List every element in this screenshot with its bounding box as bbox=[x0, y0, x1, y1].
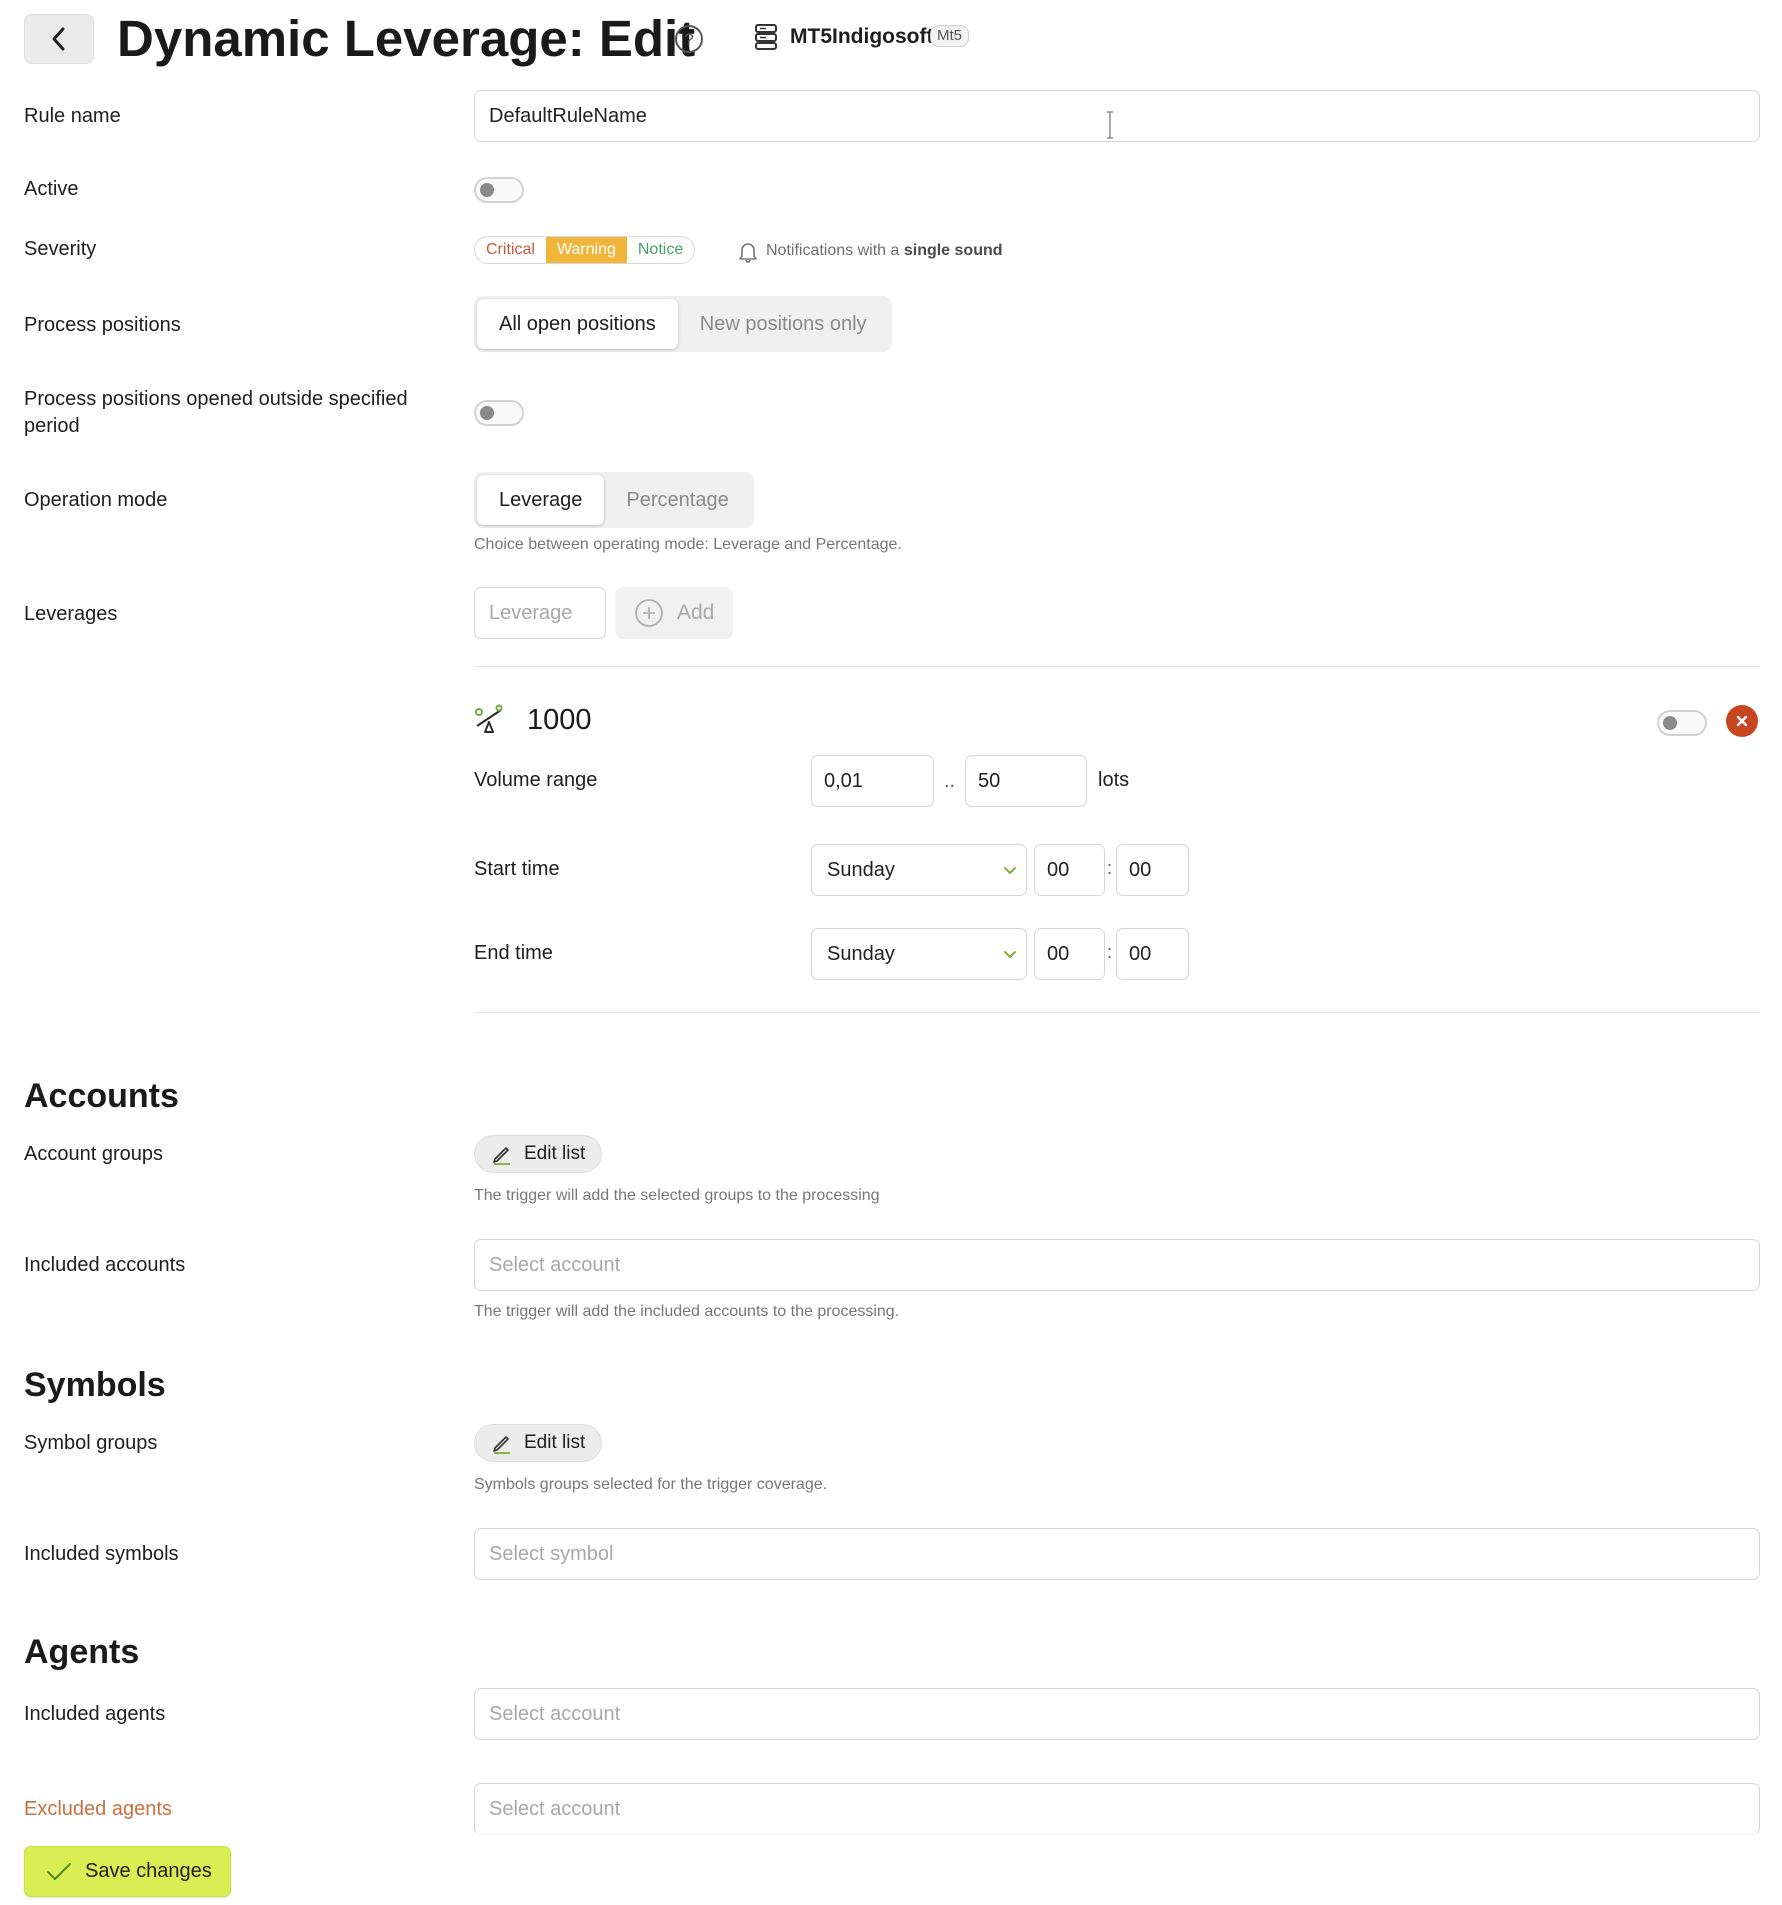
chevron-left-icon bbox=[52, 27, 65, 51]
included-agents-select[interactable] bbox=[474, 1688, 1760, 1740]
process-positions-label: Process positions bbox=[24, 314, 181, 336]
end-minute-input[interactable]: 00 bbox=[1116, 928, 1189, 980]
operation-mode-segmented: Leverage Percentage bbox=[474, 472, 754, 528]
process-positions-segmented: All open positions New positions only bbox=[474, 296, 892, 352]
volume-max-input[interactable]: 50 bbox=[965, 755, 1087, 807]
excluded-agents-label: Excluded agents bbox=[24, 1798, 172, 1820]
start-hour-input[interactable]: 00 bbox=[1034, 844, 1105, 896]
checkmark-icon bbox=[47, 1862, 71, 1880]
start-day-select[interactable]: Sunday bbox=[811, 844, 1027, 896]
included-symbols-label: Included symbols bbox=[24, 1543, 179, 1565]
leverage-value: 1000 bbox=[527, 704, 592, 736]
volume-min-input[interactable]: 0,01 bbox=[811, 755, 934, 807]
divider bbox=[474, 1012, 1760, 1013]
server-name: MT5Indigosoft bbox=[790, 25, 934, 48]
severity-selector: Critical Warning Notice bbox=[474, 236, 696, 264]
save-changes-button[interactable]: Save changes bbox=[24, 1846, 231, 1897]
start-minute-input[interactable]: 00 bbox=[1116, 844, 1189, 896]
volume-range-separator: .. bbox=[944, 770, 956, 792]
page-title: Dynamic Leverage: Edit bbox=[117, 10, 696, 67]
included-symbols-select[interactable] bbox=[474, 1528, 1760, 1580]
volume-unit: lots bbox=[1098, 769, 1130, 791]
text-cursor-icon bbox=[1107, 111, 1113, 139]
operation-mode-label: Operation mode bbox=[24, 489, 168, 511]
back-button[interactable] bbox=[24, 14, 94, 64]
included-agents-label: Included agents bbox=[24, 1703, 166, 1725]
all-open-positions-option[interactable]: All open positions bbox=[477, 299, 678, 349]
close-icon bbox=[1736, 715, 1748, 727]
remove-leverage-button[interactable] bbox=[1726, 705, 1758, 737]
pencil-icon bbox=[493, 1147, 510, 1165]
end-day-select[interactable]: Sunday bbox=[811, 928, 1027, 980]
end-hour-input[interactable]: 00 bbox=[1034, 928, 1105, 980]
start-time-separator: : bbox=[1107, 858, 1113, 878]
severity-warning-option[interactable]: Warning bbox=[545, 237, 627, 263]
severity-critical-option[interactable]: Critical bbox=[475, 237, 546, 263]
symbol-groups-label: Symbol groups bbox=[24, 1432, 158, 1454]
excluded-agents-select[interactable] bbox=[474, 1783, 1760, 1835]
leverage-scale-icon bbox=[475, 704, 503, 733]
symbol-groups-hint: Symbols groups selected for the trigger … bbox=[474, 1476, 828, 1493]
bell-icon bbox=[739, 243, 757, 263]
operation-mode-hint: Choice between operating mode: Leverage … bbox=[474, 536, 902, 553]
active-toggle[interactable] bbox=[474, 177, 524, 203]
included-accounts-label: Included accounts bbox=[24, 1254, 186, 1276]
chevron-down-icon bbox=[1004, 951, 1016, 958]
pencil-icon bbox=[493, 1436, 510, 1454]
volume-range-label: Volume range bbox=[474, 769, 598, 791]
divider bbox=[474, 666, 1760, 667]
rule-name-input[interactable] bbox=[474, 90, 1760, 142]
outside-period-toggle[interactable] bbox=[474, 400, 524, 426]
chevron-down-icon bbox=[1004, 867, 1016, 874]
leverage-enabled-toggle[interactable] bbox=[1657, 710, 1707, 736]
new-positions-only-option[interactable]: New positions only bbox=[678, 299, 889, 349]
rule-name-label: Rule name bbox=[24, 105, 121, 127]
end-time-separator: : bbox=[1107, 942, 1113, 962]
severity-notice-option[interactable]: Notice bbox=[627, 237, 694, 263]
accounts-section-title: Accounts bbox=[24, 1077, 179, 1115]
question-circle-icon[interactable]: ? bbox=[674, 24, 704, 54]
agents-section-title: Agents bbox=[24, 1633, 140, 1671]
end-time-label: End time bbox=[474, 942, 553, 964]
severity-label: Severity bbox=[24, 238, 97, 260]
outside-period-label: Process positions opened outside specifi… bbox=[24, 388, 408, 437]
add-leverage-button[interactable]: Add bbox=[615, 587, 733, 639]
notification-description: Notifications with a single sound bbox=[766, 242, 1003, 259]
active-label: Active bbox=[24, 178, 79, 200]
plus-circle-icon bbox=[635, 599, 663, 627]
included-accounts-hint: The trigger will add the included accoun… bbox=[474, 1303, 900, 1320]
leverage-mode-option[interactable]: Leverage bbox=[477, 475, 605, 525]
leverages-label: Leverages bbox=[24, 603, 118, 625]
leverage-input[interactable] bbox=[474, 587, 606, 639]
account-groups-label: Account groups bbox=[24, 1143, 163, 1165]
server-icon bbox=[755, 24, 777, 50]
server-type-badge: Mt5 bbox=[930, 25, 970, 47]
percentage-mode-option[interactable]: Percentage bbox=[604, 475, 750, 525]
symbols-section-title: Symbols bbox=[24, 1366, 166, 1404]
included-accounts-select[interactable] bbox=[474, 1239, 1760, 1291]
account-groups-hint: The trigger will add the selected groups… bbox=[474, 1187, 880, 1204]
start-time-label: Start time bbox=[474, 858, 560, 880]
edit-account-groups-button[interactable]: Edit list bbox=[474, 1135, 603, 1173]
svg-text:?: ? bbox=[684, 30, 693, 49]
edit-symbol-groups-button[interactable]: Edit list bbox=[474, 1424, 603, 1462]
